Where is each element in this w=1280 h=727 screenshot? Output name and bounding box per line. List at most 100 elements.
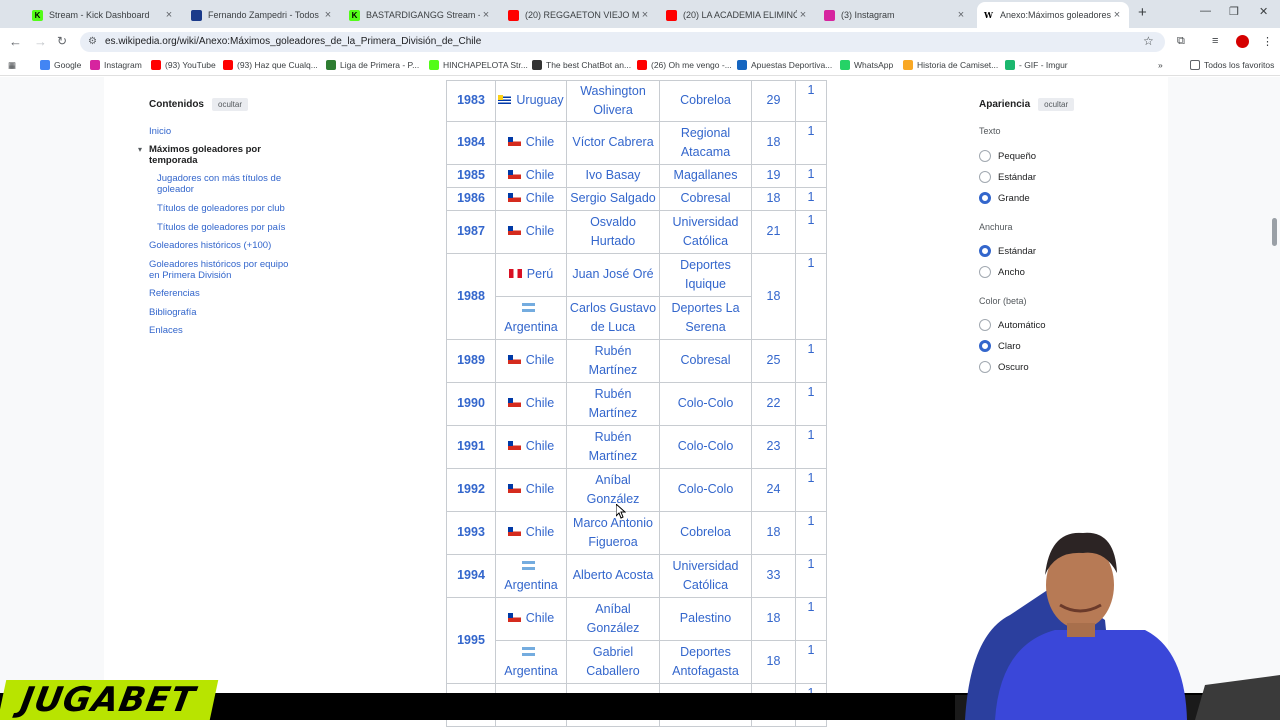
year-cell[interactable]: 1984: [446, 121, 496, 165]
close-tab-icon[interactable]: ×: [1111, 9, 1123, 21]
toc-item-inicio[interactable]: Inicio: [149, 126, 171, 137]
country-cell[interactable]: Chile: [495, 511, 567, 555]
bookmark-item[interactable]: (93) Haz que Cualq...: [223, 60, 318, 70]
player-cell[interactable]: Sergio Salgado: [566, 187, 660, 211]
bookmark-item[interactable]: HINCHAPELOTA Str...: [429, 60, 528, 70]
width-standard-option[interactable]: Estándar: [979, 245, 1036, 257]
close-window-icon[interactable]: ✕: [1259, 5, 1268, 18]
browser-tab[interactable]: K BASTARDIGANGG Stream - Wa×: [343, 4, 498, 26]
back-icon[interactable]: ←: [9, 34, 22, 49]
country-cell[interactable]: Chile: [495, 339, 567, 383]
bookmark-item[interactable]: The best ChatBot an...: [532, 60, 631, 70]
close-tab-icon[interactable]: ×: [163, 9, 175, 21]
player-cell[interactable]: Rubén Martínez: [566, 339, 660, 383]
club-cell[interactable]: Magallanes: [659, 164, 752, 188]
browser-tab[interactable]: Fernando Zampedri - Todos los ×: [185, 4, 340, 26]
new-tab-button[interactable]: +: [1138, 4, 1147, 21]
year-cell[interactable]: 1995: [446, 597, 496, 684]
browser-tab[interactable]: W Anexo:Máximos goleadores de×: [977, 2, 1129, 28]
toc-item-bibliografia[interactable]: Bibliografía: [149, 307, 197, 318]
country-cell[interactable]: Argentina: [495, 640, 567, 684]
text-size-large-option[interactable]: Grande: [979, 192, 1030, 204]
close-tab-icon[interactable]: ×: [797, 9, 809, 21]
country-cell[interactable]: Chile: [495, 382, 567, 426]
toc-item-titulos-club[interactable]: Títulos de goleadores por club: [157, 203, 285, 214]
bookmark-item[interactable]: (93) YouTube: [151, 60, 216, 70]
radio-selected-icon[interactable]: [979, 245, 991, 257]
reference-link[interactable]: 1: [795, 597, 827, 641]
reference-link[interactable]: 1: [795, 253, 827, 340]
year-cell[interactable]: 1983: [446, 80, 496, 122]
all-bookmarks-folder[interactable]: Todos los favoritos: [1190, 60, 1274, 70]
forward-icon[interactable]: →: [34, 34, 47, 49]
club-cell[interactable]: Cobreloa: [659, 511, 752, 555]
reference-link[interactable]: 1: [795, 80, 827, 122]
bookmark-star-icon[interactable]: ☆: [1143, 34, 1154, 48]
radio-icon[interactable]: [979, 171, 991, 183]
close-tab-icon[interactable]: ×: [322, 9, 334, 21]
country-cell[interactable]: Chile: [495, 468, 567, 512]
reference-link[interactable]: 1: [795, 382, 827, 426]
player-cell[interactable]: Marco Antonio Figueroa: [566, 511, 660, 555]
year-cell[interactable]: 1993: [446, 511, 496, 555]
club-cell[interactable]: Colo-Colo: [659, 468, 752, 512]
toc-item-historicos-equipo[interactable]: Goleadores históricos por equipo en Prim…: [149, 259, 294, 281]
year-cell[interactable]: 1991: [446, 425, 496, 469]
toc-hide-button[interactable]: ocultar: [212, 97, 249, 111]
reference-link[interactable]: 1: [795, 640, 827, 684]
color-auto-option[interactable]: Automático: [979, 319, 1046, 331]
club-cell[interactable]: Regional Atacama: [659, 121, 752, 165]
radio-icon[interactable]: [979, 319, 991, 331]
club-cell[interactable]: Universidad Católica: [659, 210, 752, 254]
country-cell[interactable]: Chile: [495, 210, 567, 254]
player-cell[interactable]: Alberto Acosta: [566, 554, 660, 598]
bookmark-item[interactable]: (26) Oh me vengo -...: [637, 60, 732, 70]
reference-link[interactable]: 1: [795, 511, 827, 555]
chevron-down-icon[interactable]: ▾: [138, 145, 142, 154]
bookmark-item[interactable]: WhatsApp: [840, 60, 893, 70]
country-cell[interactable]: Argentina: [495, 554, 567, 598]
player-cell[interactable]: Juan José Oré: [566, 253, 660, 297]
country-cell[interactable]: Chile: [495, 425, 567, 469]
player-cell[interactable]: Ivo Basay: [566, 164, 660, 188]
club-cell[interactable]: Deportes La Serena: [659, 296, 752, 340]
radio-icon[interactable]: [979, 150, 991, 162]
toc-item-historicos[interactable]: Goleadores históricos (+100): [149, 240, 271, 251]
toc-item-jugadores-titulos[interactable]: Jugadores con más títulos de goleador: [157, 173, 292, 195]
radio-selected-icon[interactable]: [979, 340, 991, 352]
text-size-standard-option[interactable]: Estándar: [979, 171, 1036, 183]
color-dark-option[interactable]: Oscuro: [979, 361, 1029, 373]
close-tab-icon[interactable]: ×: [480, 9, 492, 21]
media-control-icon[interactable]: ≡: [1212, 35, 1218, 47]
close-tab-icon[interactable]: ×: [955, 9, 967, 21]
club-cell[interactable]: Cobresal: [659, 187, 752, 211]
year-cell[interactable]: 1994: [446, 554, 496, 598]
bookmark-item[interactable]: Liga de Primera - P...: [326, 60, 419, 70]
site-info-icon[interactable]: ⚙: [88, 32, 97, 52]
toc-item-referencias[interactable]: Referencias: [149, 288, 200, 299]
club-cell[interactable]: Cobresal: [659, 339, 752, 383]
player-cell[interactable]: Washington Olivera: [566, 80, 660, 122]
radio-icon[interactable]: [979, 361, 991, 373]
minimize-icon[interactable]: —: [1200, 5, 1211, 17]
country-cell[interactable]: Chile: [495, 121, 567, 165]
club-cell[interactable]: Universidad Católica: [659, 554, 752, 598]
player-cell[interactable]: Víctor Cabrera: [566, 121, 660, 165]
club-cell[interactable]: Palestino: [659, 597, 752, 641]
extensions-icon[interactable]: ⧉: [1177, 35, 1185, 48]
year-cell[interactable]: 1986: [446, 187, 496, 211]
width-wide-option[interactable]: Ancho: [979, 266, 1025, 278]
country-cell[interactable]: Argentina: [495, 296, 567, 340]
reference-link[interactable]: 1: [795, 468, 827, 512]
country-cell[interactable]: Chile: [495, 597, 567, 641]
reference-link[interactable]: 1: [795, 339, 827, 383]
browser-tab[interactable]: (20) REGGAETON VIEJO MI ×: [502, 4, 657, 26]
reference-link[interactable]: 1: [795, 425, 827, 469]
menu-kebab-icon[interactable]: ⋮: [1262, 35, 1273, 48]
year-cell[interactable]: 1992: [446, 468, 496, 512]
color-light-option[interactable]: Claro: [979, 340, 1021, 352]
browser-tab[interactable]: (3) Instagram ×: [818, 4, 973, 26]
player-cell[interactable]: Aníbal González: [566, 468, 660, 512]
country-cell[interactable]: Uruguay: [495, 80, 567, 122]
player-cell[interactable]: Gabriel Caballero: [566, 640, 660, 684]
